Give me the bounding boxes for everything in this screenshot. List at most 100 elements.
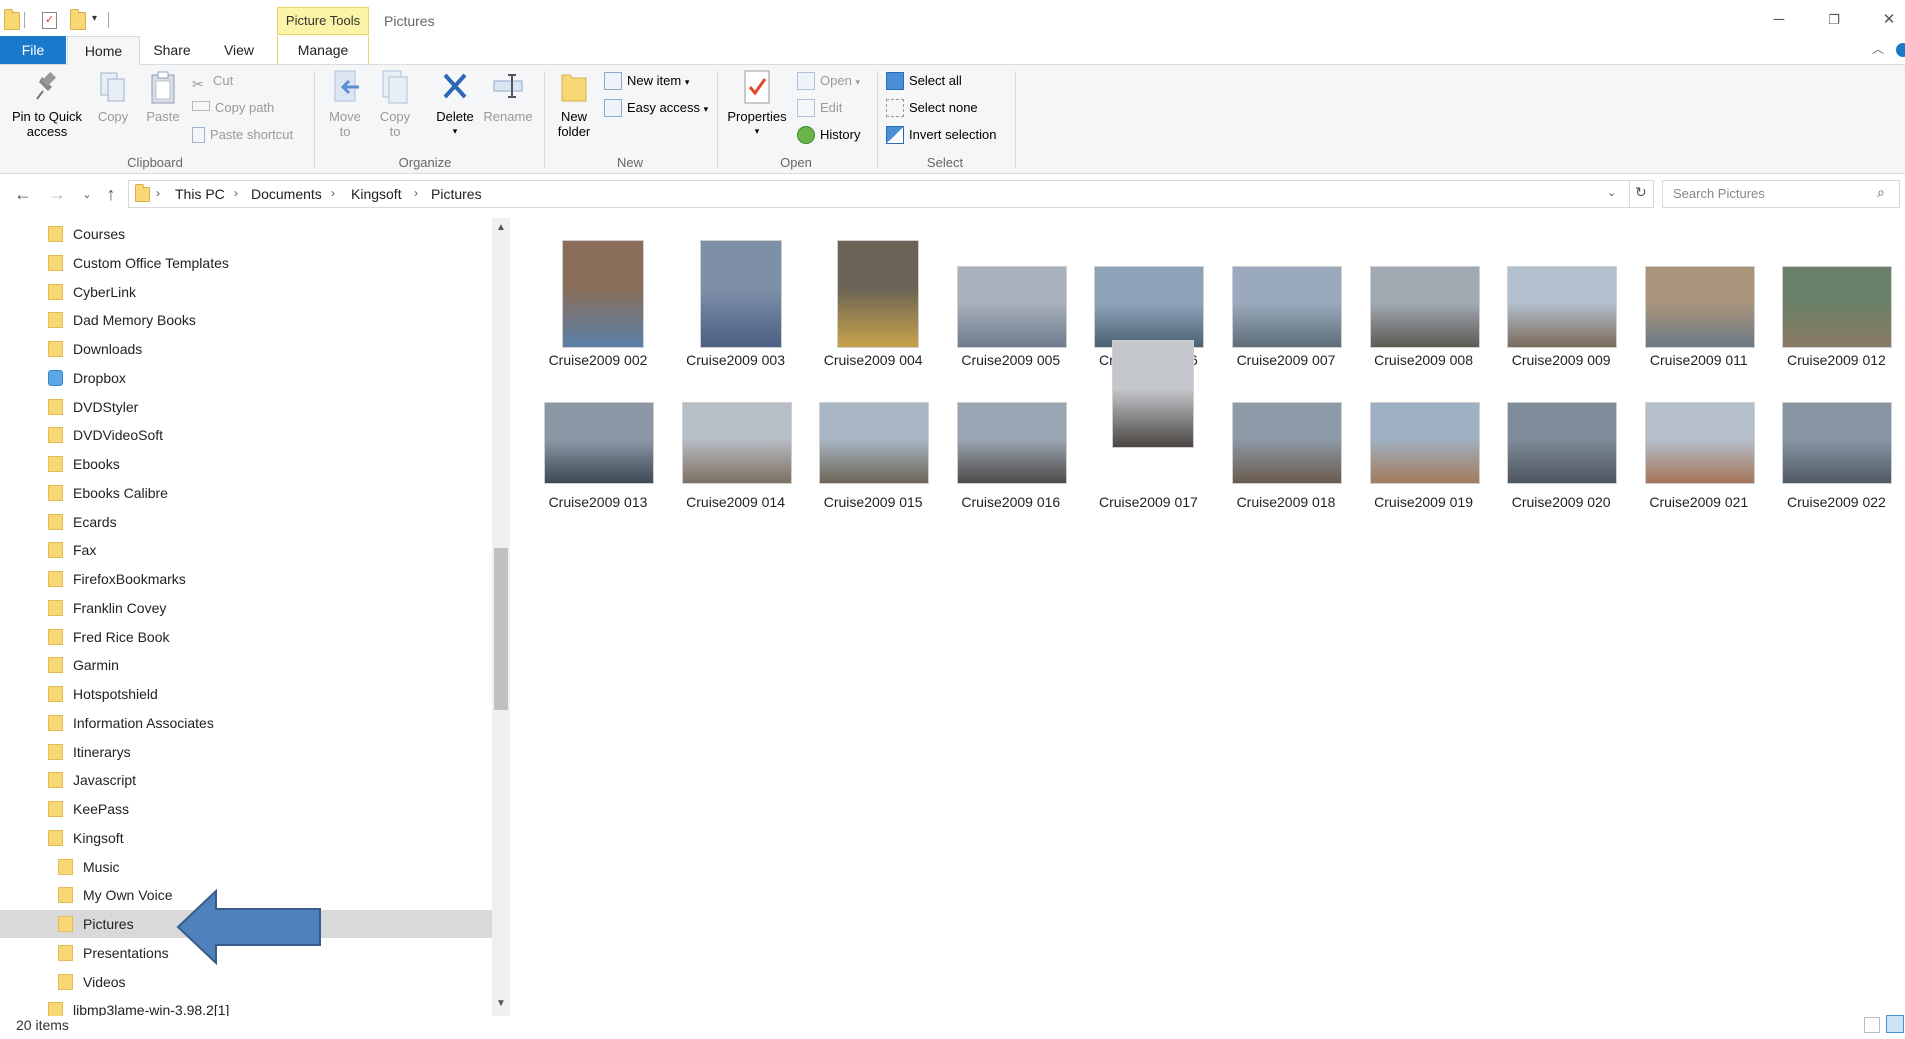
file-tile[interactable]: Cruise2009 013 <box>530 362 666 510</box>
file-tile[interactable]: Cruise2009 022 <box>1768 362 1904 510</box>
new-item-button[interactable]: New item ▾ <box>604 70 689 92</box>
details-view-icon[interactable] <box>1864 1017 1880 1033</box>
nav-item-firefoxbookmarks[interactable]: FirefoxBookmarks <box>0 565 492 593</box>
tab-view[interactable]: View <box>214 36 264 64</box>
cut-button[interactable]: ✂ Cut <box>192 70 233 92</box>
properties-button[interactable]: Properties ▾ <box>722 69 792 139</box>
file-tile[interactable]: Cruise2009 008 <box>1356 222 1492 368</box>
nav-item-ebooks[interactable]: Ebooks <box>0 450 492 478</box>
history-icon <box>797 125 815 144</box>
copy-button[interactable]: Copy <box>92 69 134 124</box>
minimize-ribbon-icon[interactable]: ︿ <box>1872 40 1884 57</box>
nav-item-dad-memory-books[interactable]: Dad Memory Books <box>0 306 492 334</box>
minimize-icon[interactable]: ─ <box>1756 8 1802 32</box>
easy-access-button[interactable]: Easy access ▾ <box>604 97 708 119</box>
file-tile[interactable]: Cruise2009 003 <box>668 222 804 368</box>
tab-manage[interactable]: Manage <box>277 36 369 64</box>
move-to-button[interactable]: Move to <box>322 69 368 139</box>
nav-item-itinerarys[interactable]: Itinerarys <box>0 738 492 766</box>
nav-item-keepass[interactable]: KeePass <box>0 795 492 823</box>
nav-item-videos[interactable]: Videos <box>0 968 492 996</box>
customize-qat-icon[interactable]: ▾ <box>92 13 97 24</box>
nav-item-downloads[interactable]: Downloads <box>0 335 492 363</box>
large-icons-view-icon[interactable] <box>1886 1015 1904 1033</box>
rename-label: Rename <box>483 109 533 124</box>
up-arrow-icon[interactable]: ↑ <box>100 184 122 205</box>
file-tile[interactable]: Cruise2009 005 <box>943 222 1079 368</box>
nav-item-garmin[interactable]: Garmin <box>0 651 492 679</box>
search-icon: ⌕ <box>1877 184 1885 200</box>
copy-to-button[interactable]: Copy to <box>372 69 418 139</box>
nav-item-courses[interactable]: Courses <box>0 220 492 248</box>
file-tile[interactable]: Cruise2009 021 <box>1631 362 1767 510</box>
paste-shortcut-button[interactable]: Paste shortcut <box>192 124 293 146</box>
forward-arrow-icon[interactable]: → <box>46 184 68 205</box>
paste-button[interactable]: Paste <box>142 69 184 124</box>
file-tile[interactable]: Cruise2009 007 <box>1218 222 1354 368</box>
breadcrumb-documents[interactable]: Documents <box>251 186 322 202</box>
new-group-label: New <box>616 155 643 170</box>
tab-home[interactable]: Home <box>67 36 140 66</box>
address-history-chevron-icon[interactable]: ⌄ <box>1607 186 1616 199</box>
file-tile[interactable]: Cruise2009 015 <box>805 362 941 510</box>
back-arrow-icon[interactable]: ← <box>12 184 34 205</box>
nav-scroll-thumb[interactable] <box>494 548 508 710</box>
nav-item-ecards[interactable]: Ecards <box>0 508 492 536</box>
invert-selection-button[interactable]: Invert selection <box>886 124 996 146</box>
file-tile[interactable]: Cruise2009 016 <box>943 362 1079 510</box>
file-tile[interactable]: Cruise2009 009 <box>1493 222 1629 368</box>
address-bar[interactable]: › This PC › Documents › Kingsoft › Pictu… <box>128 180 1654 208</box>
file-tile[interactable]: Cruise2009 017 <box>1080 340 1216 510</box>
nav-item-ebooks-calibre[interactable]: Ebooks Calibre <box>0 479 492 507</box>
file-tile[interactable]: Cruise2009 012 <box>1768 222 1904 368</box>
tab-file[interactable]: File <box>0 36 66 64</box>
breadcrumb-kingsoft[interactable]: Kingsoft <box>351 186 402 202</box>
nav-item-dvdstyler[interactable]: DVDStyler <box>0 393 492 421</box>
nav-item-kingsoft[interactable]: Kingsoft <box>0 824 492 852</box>
nav-item-hotspotshield[interactable]: Hotspotshield <box>0 680 492 708</box>
nav-item-dvdvideosoft[interactable]: DVDVideoSoft <box>0 421 492 449</box>
nav-item-libmp3lame-win-3-98-2-1[interactable]: libmp3lame-win-3.98.2[1] <box>0 996 492 1016</box>
nav-item-dropbox[interactable]: Dropbox <box>0 364 492 392</box>
nav-item-fred-rice-book[interactable]: Fred Rice Book <box>0 623 492 651</box>
new-folder-qat-icon[interactable] <box>70 9 86 30</box>
help-icon[interactable] <box>1896 43 1905 57</box>
file-tile[interactable]: Cruise2009 020 <box>1493 362 1629 510</box>
file-tile[interactable]: Cruise2009 011 <box>1631 222 1767 368</box>
close-icon[interactable]: ✕ <box>1866 8 1905 32</box>
folder-icon <box>48 312 63 329</box>
nav-item-franklin-covey[interactable]: Franklin Covey <box>0 594 492 622</box>
rename-button[interactable]: Rename <box>480 69 536 124</box>
pin-to-quick-access-button[interactable]: Pin to Quick access <box>4 69 90 139</box>
nav-item-fax[interactable]: Fax <box>0 536 492 564</box>
nav-item-cyberlink[interactable]: CyberLink <box>0 278 492 306</box>
open-button[interactable]: Open ▾ <box>797 70 860 92</box>
refresh-icon[interactable]: ↻ <box>1635 184 1647 201</box>
file-tile[interactable]: Cruise2009 018 <box>1218 362 1354 510</box>
properties-qat-icon[interactable]: ✓ <box>42 12 57 29</box>
scroll-up-icon[interactable]: ▲ <box>496 222 506 233</box>
file-tile[interactable]: Cruise2009 004 <box>805 222 941 368</box>
nav-item-music[interactable]: Music <box>0 853 492 881</box>
history-button[interactable]: History <box>797 124 860 146</box>
tab-share[interactable]: Share <box>148 36 196 64</box>
scroll-down-icon[interactable]: ▼ <box>496 998 506 1009</box>
new-folder-button[interactable]: New folder <box>550 69 598 139</box>
copy-path-button[interactable]: Copy path <box>192 97 274 119</box>
nav-item-information-associates[interactable]: Information Associates <box>0 709 492 737</box>
nav-item-custom-office-templates[interactable]: Custom Office Templates <box>0 249 492 277</box>
nav-item-javascript[interactable]: Javascript <box>0 766 492 794</box>
file-tile[interactable]: Cruise2009 014 <box>668 362 804 510</box>
edit-button[interactable]: Edit <box>797 97 842 119</box>
breadcrumb-this-pc[interactable]: This PC <box>175 186 225 202</box>
nav-item-label: Fax <box>73 542 97 559</box>
breadcrumb-pictures[interactable]: Pictures <box>431 186 482 202</box>
recent-locations-chevron-icon[interactable]: ⌄ <box>76 188 98 201</box>
delete-button[interactable]: Delete ▾ <box>430 69 480 139</box>
file-tile[interactable]: Cruise2009 019 <box>1356 362 1492 510</box>
file-tile[interactable]: Cruise2009 002 <box>530 222 666 368</box>
search-input[interactable]: Search Pictures ⌕ <box>1662 180 1900 208</box>
restore-icon[interactable]: ❐ <box>1811 8 1857 32</box>
select-all-button[interactable]: Select all <box>886 70 962 92</box>
select-none-button[interactable]: Select none <box>886 97 978 119</box>
